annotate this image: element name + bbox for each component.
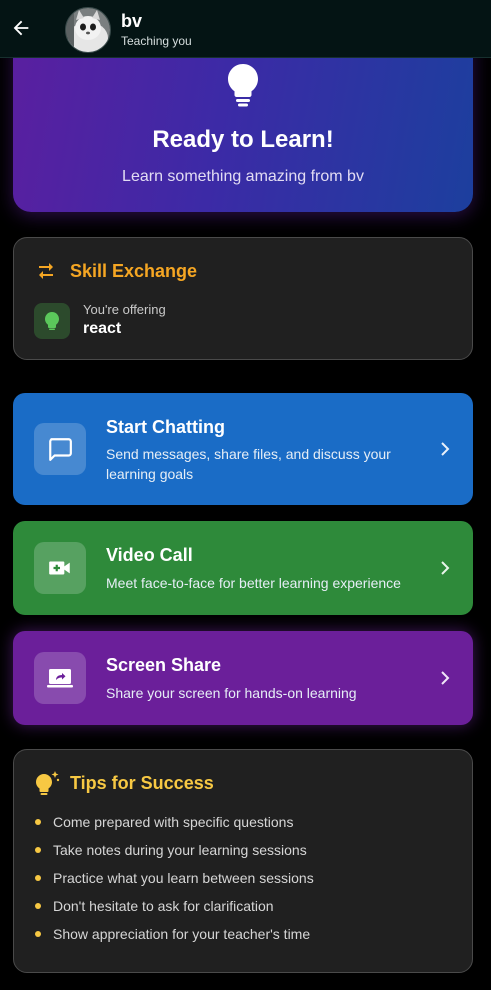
bullet-icon [35,875,41,881]
offering-badge [34,303,70,339]
tips-list: Come prepared with specific questions Ta… [34,813,314,953]
tips-card: Tips for Success Come prepared with spec… [13,749,473,973]
tip-text: Don't hesitate to ask for clarification [53,898,274,914]
lightbulb-icon [228,64,258,107]
hero-banner: Ready to Learn! Learn something amazing … [13,40,473,212]
chat-icon-badge [34,423,86,475]
hero-title: Ready to Learn! [152,126,334,153]
start-chatting-description: Send messages, share files, and discuss … [106,446,391,482]
swap-arrows-icon [39,263,53,279]
tip-text: Practice what you learn between sessions [53,870,314,886]
list-item: Come prepared with specific questions [34,813,314,841]
bullet-icon [35,847,41,853]
lightbulb-icon [45,312,59,330]
video-icon-badge [34,542,86,594]
video-call-description: Meet face-to-face for better learning ex… [106,575,401,591]
offering-skill: react [83,320,122,337]
list-item: Show appreciation for your teacher's tim… [34,925,314,953]
list-item: Take notes during your learning sessions [34,841,314,869]
chevron-right-icon [441,671,450,685]
bullet-icon [35,819,41,825]
bullet-icon [35,903,41,909]
chat-partner-role: Teaching you [121,34,192,48]
start-chatting-title: Start Chatting [106,417,225,437]
list-item: Don't hesitate to ask for clarification [34,897,314,925]
arrow-left-icon [13,20,29,36]
tip-text: Take notes during your learning sessions [53,842,307,858]
back-button[interactable] [8,15,34,41]
start-chatting-button[interactable]: Start Chatting Send messages, share file… [13,393,473,505]
tips-title: Tips for Success [70,773,214,793]
screen-share-icon-badge [34,652,86,704]
video-call-icon [49,561,70,575]
list-item: Practice what you learn between sessions [34,869,314,897]
top-app-bar: bv Teaching you [0,0,491,58]
screen-share-icon [47,669,73,688]
video-call-title: Video Call [106,545,193,565]
chevron-right-icon [441,442,450,456]
screen-share-title: Screen Share [106,655,222,675]
screen-share-description: Share your screen for hands-on learning [106,685,357,701]
chat-partner-name: bv [121,11,143,31]
skill-exchange-card: Skill Exchange You're offering react [13,237,473,360]
tip-text: Come prepared with specific questions [53,814,294,830]
screen-share-button[interactable]: Screen Share Share your screen for hands… [13,631,473,725]
chevron-right-icon [441,561,450,575]
skill-exchange-title: Skill Exchange [70,261,198,281]
tip-text: Show appreciation for your teacher's tim… [53,926,311,942]
video-call-button[interactable]: Video Call Meet face-to-face for better … [13,521,473,615]
offering-label: You're offering [83,302,166,317]
lightbulb-sparkle-icon [36,771,60,795]
avatar[interactable] [65,7,111,53]
hero-subtitle: Learn something amazing from bv [122,168,364,185]
bullet-icon [35,931,41,937]
cat-avatar [66,8,110,52]
chat-bubble-icon [49,438,72,461]
